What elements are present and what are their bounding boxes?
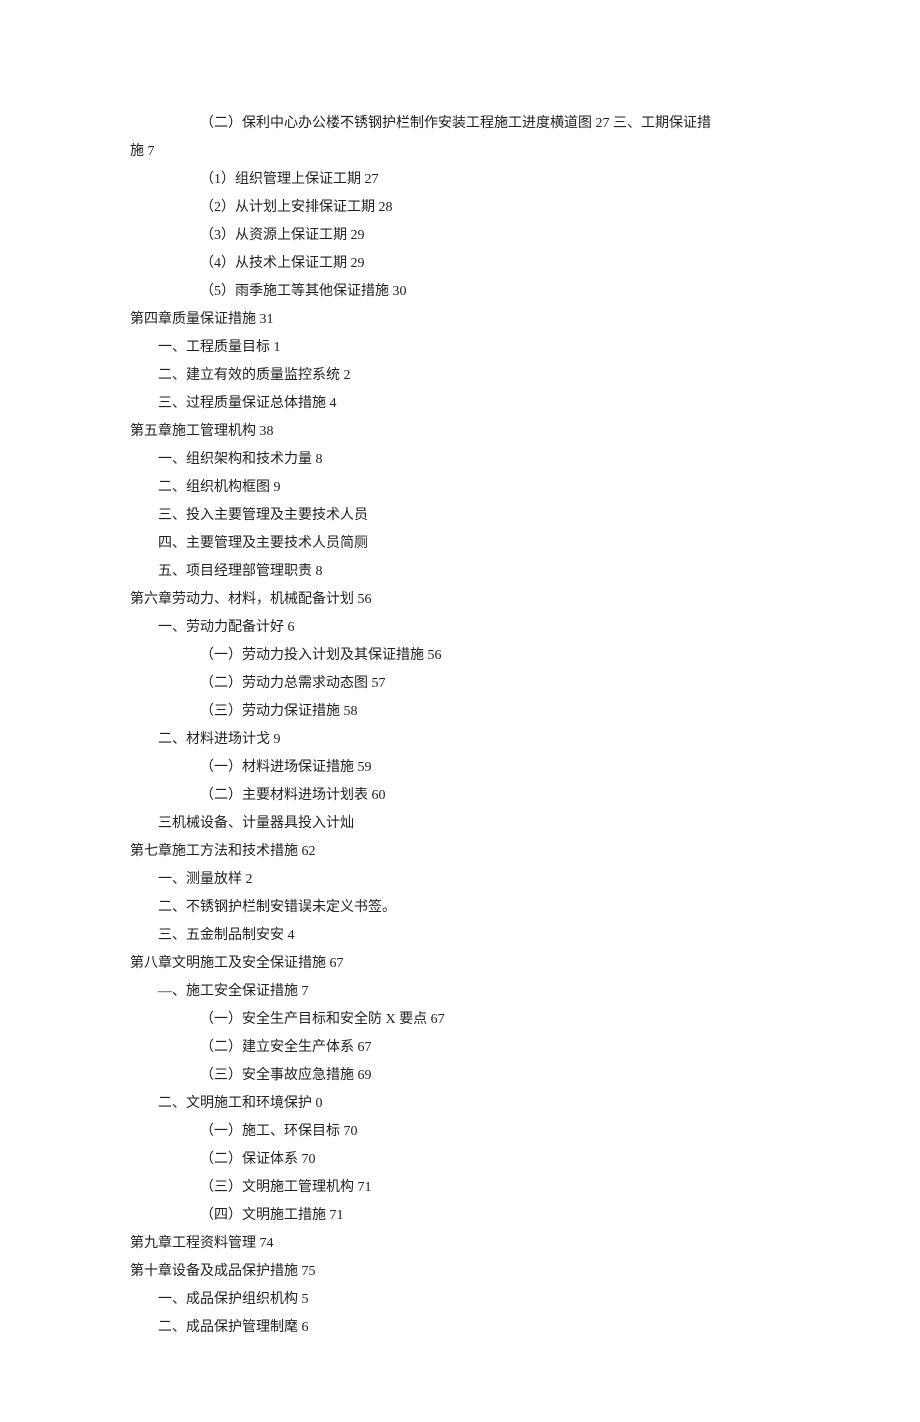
toc-line: 三机械设备、计量器具投入计灿 xyxy=(158,810,790,838)
toc-line-text: 一、成品保护组织机构 5 xyxy=(158,1292,309,1307)
toc-line-text: 三、投入主要管理及主要技术人员 xyxy=(158,508,368,523)
toc-line: 三、投入主要管理及主要技术人员 xyxy=(158,502,790,530)
toc-line-text: 一、劳动力配备计好 6 xyxy=(158,620,295,635)
toc-line-text: 二、成品保护管理制麾 6 xyxy=(158,1320,309,1335)
toc-line: 第五章施工管理机构 38 xyxy=(130,418,790,446)
toc-line: （二）劳动力总需求动态图 57 xyxy=(200,670,790,698)
toc-line-text: 第八章文明施工及安全保证措施 67 xyxy=(130,956,344,971)
toc-line-text: —、施工安全保证措施 7 xyxy=(158,984,309,999)
toc-line-text: （二）建立安全生产体系 67 xyxy=(200,1040,372,1055)
toc-line: 一、工程质量目标 1 xyxy=(158,334,790,362)
toc-line: （5）雨季施工等其他保证措施 30 xyxy=(200,278,790,306)
toc-line-text: 二、文明施工和环境保护 0 xyxy=(158,1096,323,1111)
toc-line: （一）劳动力投入计划及其保证措施 56 xyxy=(200,642,790,670)
toc-line-text: 三、过程质量保证总体措施 4 xyxy=(158,396,337,411)
toc-line: 二、成品保护管理制麾 6 xyxy=(158,1314,790,1342)
toc-line: （2）从计划上安排保证工期 28 xyxy=(200,194,790,222)
toc-line-text: 三、五金制品制安安 4 xyxy=(158,928,295,943)
toc-line: 第九章工程资料管理 74 xyxy=(130,1230,790,1258)
toc-line: 三、过程质量保证总体措施 4 xyxy=(158,390,790,418)
toc-line-text: 第十章设备及成品保护措施 75 xyxy=(130,1264,316,1279)
toc-line-text: （三）劳动力保证措施 58 xyxy=(200,704,358,719)
toc-line-text: 五、项目经理部管理职责 8 xyxy=(158,564,323,579)
toc-line: （4）从技术上保证工期 29 xyxy=(200,250,790,278)
toc-line-text: （二）主要材料进场计划表 60 xyxy=(200,788,386,803)
toc-line: 第六章劳动力、材料，机械配备计划 56 xyxy=(130,586,790,614)
toc-line: （四）文明施工措施 71 xyxy=(200,1202,790,1230)
toc-line: 三、五金制品制安安 4 xyxy=(158,922,790,950)
toc-line: 二、组织机构框图 9 xyxy=(158,474,790,502)
document-page: （二）保利中心办公楼不锈钢护栏制作安装工程施工进度横道图 27 三、工期保证措施… xyxy=(0,0,920,1422)
toc-line: 施 7 xyxy=(130,138,790,166)
toc-line-text: 二、材料进场计戈 9 xyxy=(158,732,281,747)
toc-line-text: （四）文明施工措施 71 xyxy=(200,1208,344,1223)
toc-line: 第十章设备及成品保护措施 75 xyxy=(130,1258,790,1286)
toc-line-text: （4）从技术上保证工期 29 xyxy=(200,256,365,271)
toc-line: 第四章质量保证措施 31 xyxy=(130,306,790,334)
toc-line-text: （二）劳动力总需求动态图 57 xyxy=(200,676,386,691)
toc-line-text: （一）安全生产目标和安全防 X 要点 67 xyxy=(200,1012,445,1027)
toc-line: （二）保利中心办公楼不锈钢护栏制作安装工程施工进度横道图 27 三、工期保证措 xyxy=(200,110,790,138)
toc-line-text: 二、组织机构框图 9 xyxy=(158,480,281,495)
toc-line-text: 一、工程质量目标 1 xyxy=(158,340,281,355)
toc-line: 一、劳动力配备计好 6 xyxy=(158,614,790,642)
toc-line: （二）保证体系 70 xyxy=(200,1146,790,1174)
toc-line: 一、测量放样 2 xyxy=(158,866,790,894)
toc-line-text: （一）施工、环保目标 70 xyxy=(200,1124,358,1139)
toc-line-text: （2）从计划上安排保证工期 28 xyxy=(200,200,393,215)
toc-line-text: （1）组织管理上保证工期 27 xyxy=(200,172,379,187)
toc-line: （三）劳动力保证措施 58 xyxy=(200,698,790,726)
toc-line: 二、材料进场计戈 9 xyxy=(158,726,790,754)
toc-line-text: 四、主要管理及主要技术人员简厕 xyxy=(158,536,368,551)
toc-line: 第八章文明施工及安全保证措施 67 xyxy=(130,950,790,978)
toc-line-text: （二）保利中心办公楼不锈钢护栏制作安装工程施工进度横道图 27 三、工期保证措 xyxy=(200,116,711,131)
toc-line-text: （3）从资源上保证工期 29 xyxy=(200,228,365,243)
toc-line-text: （一）材料进场保证措施 59 xyxy=(200,760,372,775)
toc-line: （1）组织管理上保证工期 27 xyxy=(200,166,790,194)
toc-line-text: 一、测量放样 2 xyxy=(158,872,253,887)
toc-line: （三）文明施工管理机构 71 xyxy=(200,1174,790,1202)
toc-line: （三）安全事故应急措施 69 xyxy=(200,1062,790,1090)
toc-line-text: （三）文明施工管理机构 71 xyxy=(200,1180,372,1195)
toc-line: 二、不锈钢护栏制安错误未定义书签。 xyxy=(158,894,790,922)
toc-line-text: 三机械设备、计量器具投入计灿 xyxy=(158,816,354,831)
toc-line: （二）建立安全生产体系 67 xyxy=(200,1034,790,1062)
toc-line: 第七章施工方法和技术措施 62 xyxy=(130,838,790,866)
toc-line: 一、成品保护组织机构 5 xyxy=(158,1286,790,1314)
toc-line-text: （5）雨季施工等其他保证措施 30 xyxy=(200,284,407,299)
toc-line-text: （一）劳动力投入计划及其保证措施 56 xyxy=(200,648,442,663)
toc-line-text: 第九章工程资料管理 74 xyxy=(130,1236,274,1251)
toc-line-text: 二、建立有效的质量监控系统 2 xyxy=(158,368,351,383)
table-of-contents: （二）保利中心办公楼不锈钢护栏制作安装工程施工进度横道图 27 三、工期保证措施… xyxy=(130,110,790,1342)
toc-line-text: 一、组织架构和技术力量 8 xyxy=(158,452,323,467)
toc-line-text: 第五章施工管理机构 38 xyxy=(130,424,274,439)
toc-line-text: （三）安全事故应急措施 69 xyxy=(200,1068,372,1083)
toc-line: 二、建立有效的质量监控系统 2 xyxy=(158,362,790,390)
toc-line: —、施工安全保证措施 7 xyxy=(158,978,790,1006)
toc-line-text: 第六章劳动力、材料，机械配备计划 56 xyxy=(130,592,372,607)
toc-line: 一、组织架构和技术力量 8 xyxy=(158,446,790,474)
toc-line: 四、主要管理及主要技术人员简厕 xyxy=(158,530,790,558)
toc-line-text: 第七章施工方法和技术措施 62 xyxy=(130,844,316,859)
toc-line: 二、文明施工和环境保护 0 xyxy=(158,1090,790,1118)
toc-line: （二）主要材料进场计划表 60 xyxy=(200,782,790,810)
toc-line: （3）从资源上保证工期 29 xyxy=(200,222,790,250)
toc-line: （一）材料进场保证措施 59 xyxy=(200,754,790,782)
toc-line-text: 第四章质量保证措施 31 xyxy=(130,312,274,327)
toc-line-text: 二、不锈钢护栏制安错误未定义书签。 xyxy=(158,900,396,915)
toc-line-text: 施 7 xyxy=(130,144,155,159)
toc-line: （一）安全生产目标和安全防 X 要点 67 xyxy=(200,1006,790,1034)
toc-line: （一）施工、环保目标 70 xyxy=(200,1118,790,1146)
toc-line-text: （二）保证体系 70 xyxy=(200,1152,316,1167)
toc-line: 五、项目经理部管理职责 8 xyxy=(158,558,790,586)
